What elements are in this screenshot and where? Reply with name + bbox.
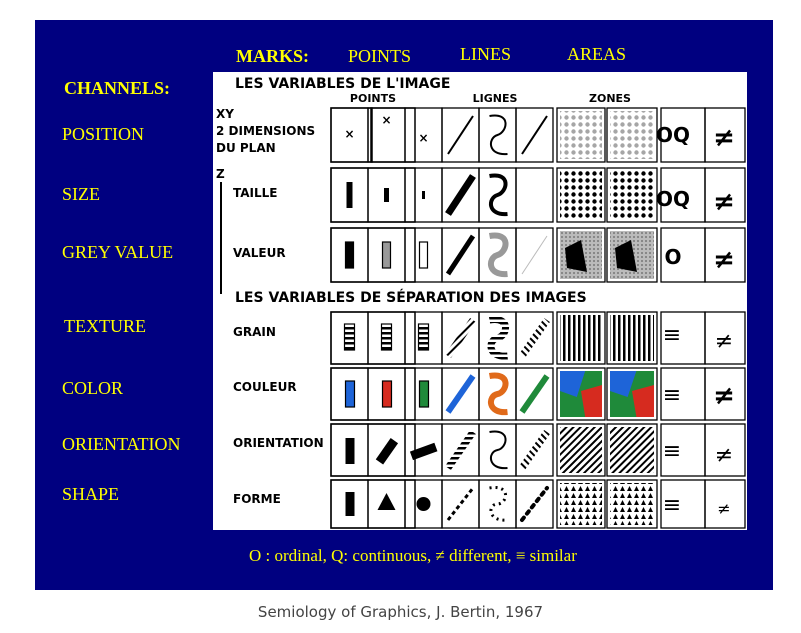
row-label-grain: GRAIN: [233, 325, 276, 339]
bertin-figure: LES VARIABLES DE L'IMAGE POINTS LIGNES Z…: [213, 72, 747, 530]
point-mark-color: [381, 380, 393, 408]
point-mark-x: ×: [381, 113, 391, 127]
channel-size: SIZE: [62, 184, 100, 204]
row-xy-line2: DU PLAN: [216, 141, 276, 155]
line-mark-value: [445, 234, 476, 276]
prop-neq-size: ≠: [713, 187, 735, 217]
zone-mark-grain: [560, 315, 602, 361]
line-mark-position: [447, 115, 474, 155]
curve-mark-shape: [489, 486, 508, 522]
point-mark-shape-bar: [345, 492, 355, 516]
point-mark-color: [344, 380, 356, 408]
channel-shape: SHAPE: [62, 484, 120, 504]
channel-color: COLOR: [62, 378, 124, 398]
point-mark-orientation: [409, 442, 438, 461]
line-mark-orientation: [519, 430, 550, 470]
line-mark-orientation: [445, 430, 476, 470]
curve-mark-size: [489, 173, 508, 217]
zone-mark-orientation: [610, 427, 654, 473]
zone-mark-position: [610, 111, 654, 159]
zone-mark-size: [610, 171, 654, 219]
channel-position: POSITION: [62, 124, 145, 144]
point-mark-grain: [343, 323, 356, 351]
line-mark-shape: [446, 487, 475, 521]
mark-points: POINTS: [348, 46, 412, 66]
line-mark-grain: [519, 318, 550, 358]
title-image-variables: LES VARIABLES DE L'IMAGE: [235, 76, 450, 92]
mark-lines: LINES: [460, 44, 511, 64]
legend-note: O : ordinal, Q: continuous, ≠ different,…: [249, 546, 577, 565]
zone-mark-orientation: [560, 427, 602, 473]
row-xy-line1: 2 DIMENSIONS: [216, 124, 315, 138]
figure-caption: Semiology of Graphics, J. Bertin, 1967: [257, 603, 544, 621]
prop-o-value: O: [664, 245, 681, 269]
prop-neq-position: ≠: [713, 123, 735, 153]
prop-neq-grain: ≠: [715, 329, 733, 354]
prop-neq-orientation: ≠: [715, 443, 733, 468]
slide-panel: MARKS: POINTS LINES AREAS CHANNELS: POSI…: [35, 20, 773, 590]
line-mark-size: [445, 174, 476, 216]
prop-equiv-shape: ≡: [663, 493, 681, 518]
line-mark-shape: [520, 486, 549, 522]
point-mark-color: [418, 380, 430, 408]
property-column: OQ ≠ OQ ≠ O ≠ ≡ ≠ ≡ ≠ ≡ ≠ ≡ ≠: [656, 123, 735, 518]
row-label-taille: TAILLE: [233, 186, 278, 200]
point-mark-size: [384, 188, 389, 202]
channel-orientation: ORIENTATION: [62, 434, 181, 454]
zone-mark-size: [560, 171, 602, 219]
title-separation-variables: LES VARIABLES DE SÉPARATION DES IMAGES: [235, 289, 587, 306]
point-mark-grain: [380, 323, 393, 351]
point-mark-size: [346, 182, 353, 208]
marks-label: MARKS:: [236, 46, 309, 66]
prop-equiv-orientation: ≡: [663, 439, 681, 464]
row-z-tag: Z: [216, 167, 225, 181]
point-mark-x: ×: [418, 131, 428, 145]
point-mark-x: ×: [344, 127, 354, 141]
channels-label: CHANNELS:: [64, 78, 171, 98]
col-points-header: POINTS: [350, 92, 396, 105]
line-mark-value: [521, 235, 548, 275]
row-xy-tag: XY: [216, 107, 234, 121]
prop-neq-shape: ≠: [717, 499, 730, 518]
point-mark-shape-circle: [416, 497, 431, 511]
curve-mark-position: [489, 114, 508, 156]
prop-equiv-color: ≡: [663, 383, 681, 408]
zone-mark-grain: [610, 315, 654, 361]
row-label-couleur: COULEUR: [233, 380, 297, 394]
point-mark-value: [344, 241, 355, 269]
line-mark-position: [521, 115, 548, 155]
channel-grey-value: GREY VALUE: [62, 242, 174, 262]
grid-frame: [330, 107, 416, 529]
point-mark-orientation: [345, 438, 355, 464]
col-lines-header: LIGNES: [473, 92, 518, 105]
point-mark-size: [422, 191, 425, 199]
line-mark-grain: [445, 318, 476, 358]
col-zones-header: ZONES: [589, 92, 631, 105]
prop-neq-color: ≠: [713, 381, 735, 411]
point-mark-orientation: [375, 438, 399, 465]
grid-cell: [515, 167, 554, 223]
prop-neq-value: ≠: [713, 245, 735, 275]
row-label-forme: FORME: [233, 492, 281, 506]
point-mark-shape-triangle: [377, 493, 396, 510]
zone-mark-shape: [560, 483, 602, 525]
point-mark-value: [418, 241, 429, 269]
mark-areas: AREAS: [567, 44, 627, 64]
prop-equiv-grain: ≡: [663, 323, 681, 348]
curve-mark-color: [488, 372, 509, 416]
curve-mark-value: [488, 232, 509, 278]
zone-mark-shape: [610, 483, 654, 525]
point-mark-value: [381, 241, 392, 269]
curve-mark-grain: [487, 316, 509, 360]
row-label-orientation: ORIENTATION: [233, 436, 324, 450]
line-mark-color: [519, 374, 550, 414]
line-mark-color: [445, 374, 476, 414]
zone-mark-position: [560, 111, 602, 159]
row-label-valeur: VALEUR: [233, 246, 286, 260]
point-mark-grain: [417, 323, 430, 351]
channel-texture: TEXTURE: [64, 316, 146, 336]
grid-cell: [441, 479, 480, 529]
curve-mark-orientation: [489, 430, 508, 470]
